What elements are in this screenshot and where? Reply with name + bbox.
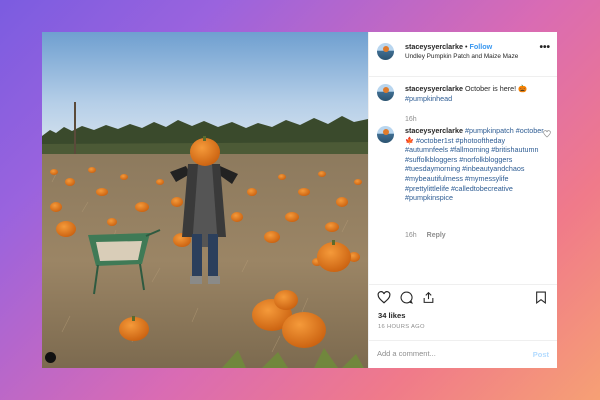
location-link[interactable]: Undley Pumpkin Patch and Maize Maze <box>405 53 518 60</box>
caption-text-block: staceysyerclarke October is here! 🎃 #pum… <box>405 84 555 103</box>
pumpkin-field-photo <box>42 32 368 368</box>
avatar[interactable] <box>377 126 394 143</box>
caption-hashtag[interactable]: #pumpkinhead <box>405 94 452 103</box>
post-sidebar: staceysyerclarke • Follow Undley Pumpkin… <box>368 32 557 368</box>
caption-text: October is here! 🎃 <box>464 84 528 93</box>
caption-time[interactable]: 16h <box>405 116 417 123</box>
save-bookmark-icon[interactable] <box>535 291 547 304</box>
like-heart-icon[interactable] <box>377 291 391 304</box>
comment-like-heart-icon[interactable] <box>543 130 551 138</box>
comment-meta: 16h Reply <box>405 232 446 239</box>
post-photo[interactable] <box>42 32 368 368</box>
comment-username[interactable]: staceysyerclarke <box>405 126 463 135</box>
avatar[interactable] <box>377 84 394 101</box>
share-icon[interactable] <box>422 291 435 304</box>
instagram-post-card: staceysyerclarke • Follow Undley Pumpkin… <box>42 32 557 368</box>
header-username[interactable]: staceysyerclarke <box>405 42 463 51</box>
post-header: staceysyerclarke • Follow Undley Pumpkin… <box>369 32 557 77</box>
post-timestamp[interactable]: 16 HOURS AGO <box>378 324 425 330</box>
comment-icon[interactable] <box>400 291 413 304</box>
reply-button[interactable]: Reply <box>427 232 446 239</box>
post-comment-button[interactable]: Post <box>533 350 549 359</box>
caption-username[interactable]: staceysyerclarke <box>405 84 463 93</box>
tagged-people-icon[interactable] <box>45 352 56 363</box>
comment-hashtags[interactable]: #pumpkinpatch #october🍁 #october1st #pho… <box>405 126 544 202</box>
like-count[interactable]: 34 likes <box>378 311 405 320</box>
comment-text-block: staceysyerclarke #pumpkinpatch #october🍁… <box>405 126 545 203</box>
add-comment-input[interactable] <box>377 349 517 358</box>
header-separator: • <box>464 42 468 51</box>
more-options-icon[interactable]: ••• <box>539 42 550 53</box>
comment-box: Post <box>369 340 557 368</box>
comment-time[interactable]: 16h <box>405 232 417 239</box>
follow-button[interactable]: Follow <box>469 42 492 51</box>
avatar[interactable] <box>377 43 394 60</box>
